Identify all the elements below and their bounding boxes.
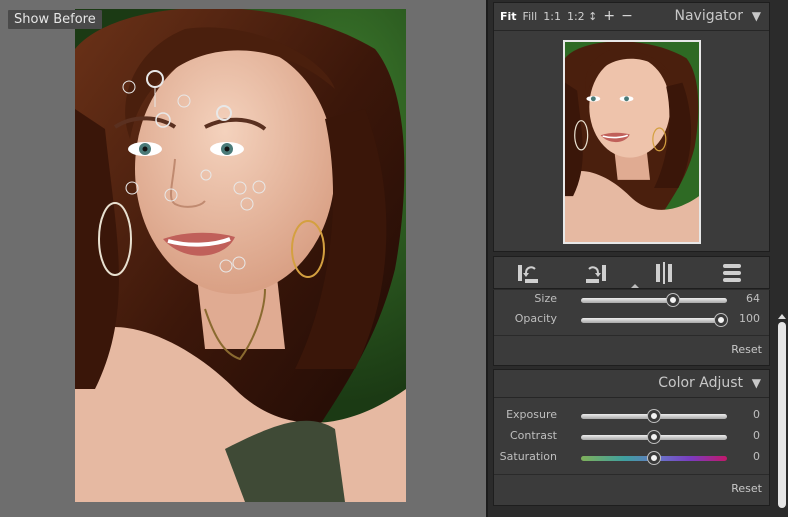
navigator-title: Navigator [674, 8, 743, 24]
saturation-slider[interactable] [581, 452, 727, 464]
active-tool-indicator [631, 284, 639, 288]
opacity-value: 100 [739, 312, 760, 325]
zoom-in-icon[interactable]: + [603, 9, 615, 23]
navigator-panel: Fit Fill 1:1 1:2 ↕ + − Navigator ▼ [493, 2, 770, 252]
contrast-slider-knob[interactable] [648, 431, 660, 443]
zoom-bar: Fit Fill 1:1 1:2 ↕ + − [500, 9, 633, 23]
contrast-value: 0 [753, 429, 760, 442]
app-window: Show Before Fit Fill 1:1 1:2 ↕ + − Navig… [0, 0, 788, 517]
exposure-label: Exposure [506, 408, 557, 421]
opacity-slider-row: Opacity 100 [494, 312, 769, 330]
color-adjust-reset-button[interactable]: Reset [731, 482, 762, 495]
navigator-header[interactable]: Fit Fill 1:1 1:2 ↕ + − Navigator ▼ [494, 3, 769, 31]
opacity-slider-knob[interactable] [715, 314, 728, 326]
saturation-slider-knob[interactable] [648, 452, 660, 464]
opacity-label: Opacity [514, 312, 557, 325]
color-adjust-panel: Color Adjust ▼ Exposure 0 Contrast 0 Sat… [493, 369, 770, 506]
color-adjust-header[interactable]: Color Adjust ▼ [494, 370, 769, 398]
brush-divider [494, 335, 769, 336]
zoom-fit[interactable]: Fit [500, 10, 517, 23]
panel-scrollbar[interactable] [778, 294, 786, 512]
color-adjust-title: Color Adjust [658, 375, 743, 391]
contrast-label: Contrast [509, 429, 557, 442]
layers-menu-icon[interactable] [718, 261, 746, 285]
navigator-collapse-icon[interactable]: ▼ [752, 9, 761, 23]
brush-reset-button[interactable]: Reset [731, 343, 762, 356]
size-value: 64 [746, 292, 760, 305]
exposure-slider-knob[interactable] [648, 410, 660, 422]
contrast-slider[interactable] [581, 431, 727, 443]
brush-settings-panel: Size 64 Opacity 100 Reset [493, 290, 770, 366]
saturation-label: Saturation [499, 450, 557, 463]
photo-canvas[interactable]: Show Before [0, 0, 486, 517]
contrast-slider-row: Contrast 0 [494, 429, 769, 447]
compare-split-icon[interactable] [650, 261, 678, 285]
zoom-1-1[interactable]: 1:1 [543, 10, 561, 23]
zoom-fill[interactable]: Fill [523, 10, 538, 23]
opacity-slider[interactable] [581, 314, 728, 326]
saturation-slider-row: Saturation 0 [494, 450, 769, 468]
rotate-left-icon[interactable] [514, 261, 542, 285]
size-label: Size [534, 292, 557, 305]
size-slider[interactable] [581, 294, 727, 306]
show-before-button[interactable]: Show Before [8, 10, 102, 29]
saturation-value: 0 [753, 450, 760, 463]
zoom-1-2-stepper[interactable]: 1:2 ↕ [567, 10, 597, 23]
zoom-out-icon[interactable]: − [621, 9, 633, 23]
size-slider-knob[interactable] [666, 294, 679, 306]
scrollbar-thumb[interactable] [778, 322, 786, 508]
exposure-value: 0 [753, 408, 760, 421]
size-slider-row: Size 64 [494, 292, 769, 310]
color-adjust-collapse-icon[interactable]: ▼ [752, 376, 761, 390]
exposure-slider-row: Exposure 0 [494, 408, 769, 426]
exposure-slider[interactable] [581, 410, 727, 422]
tool-strip [493, 256, 770, 289]
color-adjust-divider [494, 474, 769, 475]
photo-preview[interactable] [75, 9, 406, 502]
rotate-right-icon[interactable] [582, 261, 610, 285]
right-panel: Fit Fill 1:1 1:2 ↕ + − Navigator ▼ Size … [486, 0, 788, 517]
scroll-up-icon[interactable] [778, 314, 786, 319]
navigator-thumbnail[interactable] [563, 40, 701, 244]
